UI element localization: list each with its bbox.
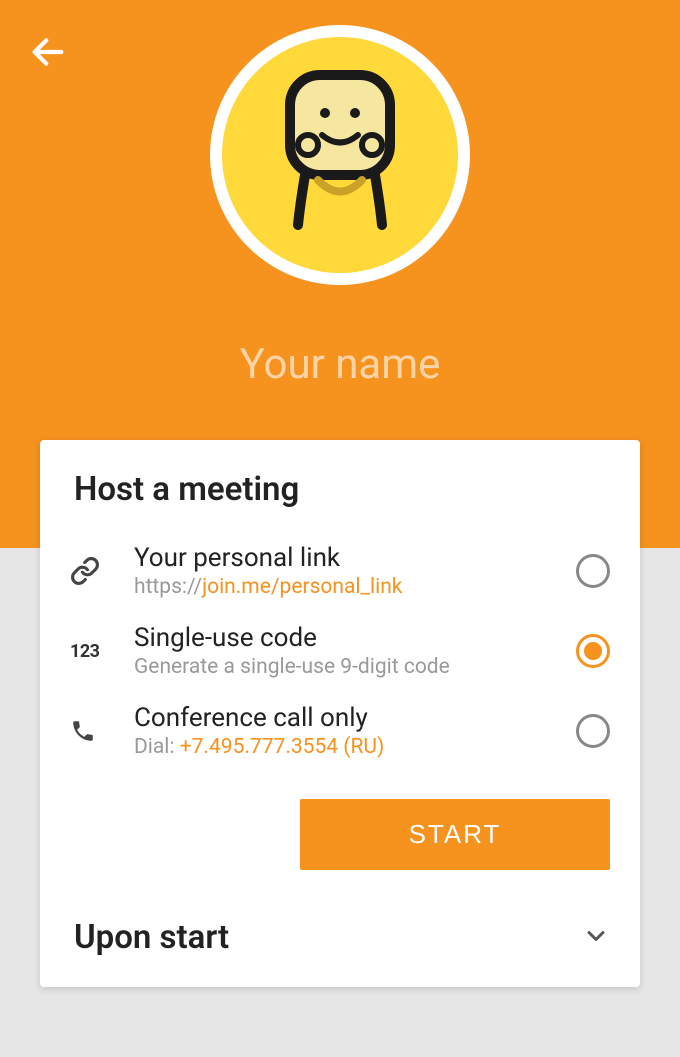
chevron-down-icon <box>582 922 610 954</box>
name-input-placeholder[interactable]: Your name <box>0 340 680 389</box>
upon-start-toggle[interactable]: Upon start <box>70 870 610 957</box>
option-subtitle: Generate a single-use 9-digit code <box>134 655 576 679</box>
phone-icon <box>70 718 118 744</box>
option-single-use-code[interactable]: 123 Single-use code Generate a single-us… <box>70 611 610 691</box>
radio-single-use-code[interactable] <box>576 634 610 668</box>
upon-start-label: Upon start <box>74 918 229 957</box>
card-title: Host a meeting <box>74 470 610 509</box>
option-label: Your personal link <box>134 543 576 573</box>
option-label: Conference call only <box>134 703 576 733</box>
radio-personal-link[interactable] <box>576 554 610 588</box>
option-label: Single-use code <box>134 623 576 653</box>
option-conference-call[interactable]: Conference call only Dial: +7.495.777.35… <box>70 691 610 771</box>
host-meeting-card: Host a meeting Your personal link https:… <box>40 440 640 987</box>
option-subtitle: Dial: +7.495.777.3554 (RU) <box>134 735 576 759</box>
option-subtitle: https://join.me/personal_link <box>134 575 576 599</box>
link-icon <box>70 556 118 586</box>
avatar-image <box>222 37 458 273</box>
back-arrow-icon[interactable] <box>28 32 68 76</box>
start-button[interactable]: START <box>300 799 610 870</box>
avatar-container[interactable] <box>210 25 470 285</box>
number-icon: 123 <box>70 641 118 662</box>
option-personal-link[interactable]: Your personal link https://join.me/perso… <box>70 531 610 611</box>
radio-conference-call[interactable] <box>576 714 610 748</box>
